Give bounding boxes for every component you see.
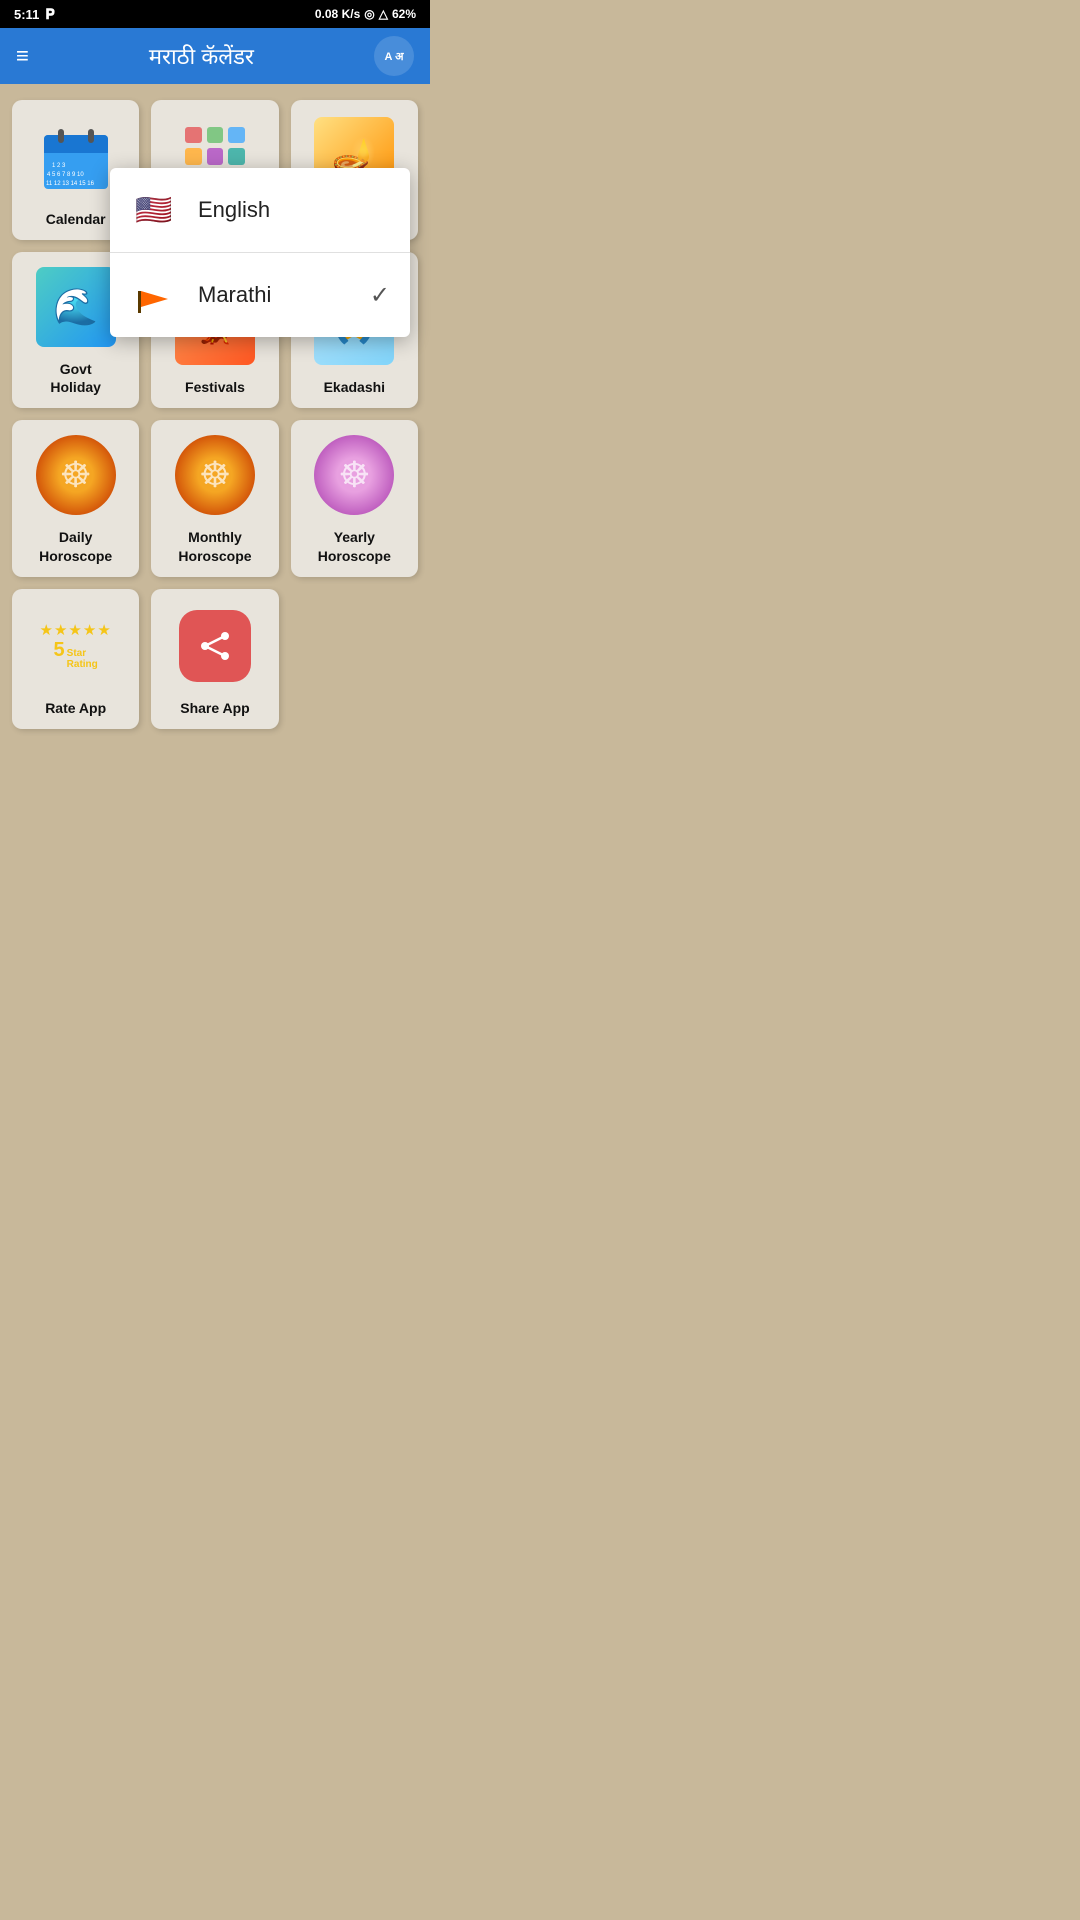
status-bar: 5:11 𝐏 0.08 K/s ◎ △ 62% [0,0,430,28]
status-time: 5:11 [14,7,39,22]
status-network: 0.08 K/s [315,7,360,21]
app-bar: ≡ मराठी कॅलेंडर A अ [0,28,430,84]
marathi-check-icon: ✓ [370,281,390,310]
language-dialog: 🇺🇸 English Marathi ✓ [110,168,410,337]
main-content: 🇺🇸 English Marathi ✓ [0,84,430,745]
english-flag: 🇺🇸 [130,186,178,234]
marathi-flag [130,271,178,319]
status-right: 0.08 K/s ◎ △ 62% [315,7,416,21]
hamburger-menu[interactable]: ≡ [16,43,29,69]
language-option-english[interactable]: 🇺🇸 English [110,168,410,253]
status-signal-bars: △ [379,7,388,21]
translate-button[interactable]: A अ [374,36,414,76]
status-p-icon: 𝐏 [45,6,54,23]
status-left: 5:11 𝐏 [14,6,55,23]
marathi-label: Marathi [198,282,271,308]
english-label: English [198,197,270,223]
language-option-marathi[interactable]: Marathi ✓ [110,253,410,337]
status-signal-icon: ◎ [364,7,374,21]
status-battery: 62% [392,7,416,21]
translate-icon: A अ [385,49,404,64]
app-title: मराठी कॅलेंडर [149,41,254,71]
